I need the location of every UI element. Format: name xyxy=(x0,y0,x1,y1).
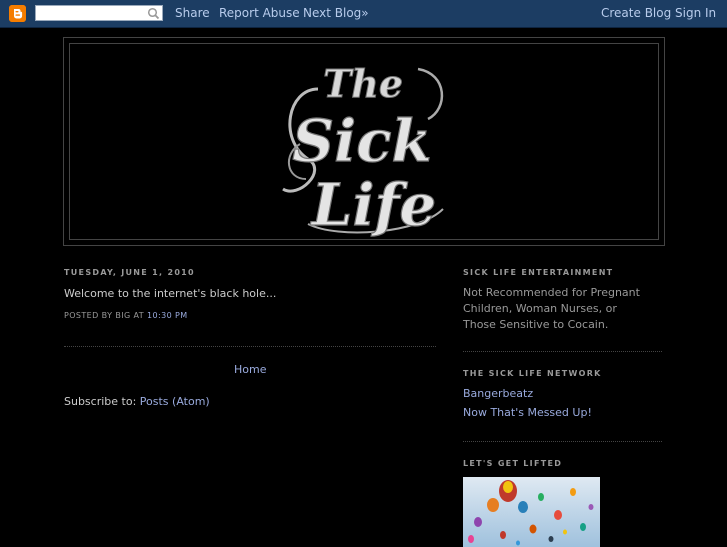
post-date-header: TUESDAY, JUNE 1, 2010 xyxy=(64,268,195,277)
report-abuse-link[interactable]: Report Abuse xyxy=(219,6,300,20)
logo-word-sick: Sick xyxy=(292,107,431,175)
create-blog-link[interactable]: Create Blog xyxy=(601,6,671,20)
sign-in-link[interactable]: Sign In xyxy=(675,6,716,20)
blogger-logo-icon[interactable] xyxy=(9,5,26,22)
main-divider xyxy=(64,346,436,347)
post-footer: POSTED BY BIG AT 10:30 PM xyxy=(64,311,188,320)
share-link[interactable]: Share xyxy=(175,6,210,20)
sidebar-heading-lifted: LET'S GET LIFTED xyxy=(463,459,563,468)
sidebar-divider xyxy=(463,441,662,442)
blog-header: The Sick Life xyxy=(63,37,665,246)
posts-atom-link[interactable]: Posts (Atom) xyxy=(140,395,210,408)
sidebar-heading-entertainment: SICK LIFE ENTERTAINMENT xyxy=(463,268,614,277)
header-inner-frame: The Sick Life xyxy=(69,43,659,240)
post-timestamp-link[interactable]: 10:30 PM xyxy=(147,311,188,320)
post-author: POSTED BY BIG AT xyxy=(64,311,145,320)
search-icon[interactable] xyxy=(147,7,160,20)
hot-air-balloons-image[interactable] xyxy=(463,477,600,547)
subscribe-line: Subscribe to: Posts (Atom) xyxy=(64,395,210,408)
sidebar-description: Not Recommended for Pregnant Children, W… xyxy=(463,286,640,331)
sidebar-heading-network: THE SICK LIFE NETWORK xyxy=(463,369,602,378)
blog-search-input[interactable] xyxy=(35,5,163,21)
blogger-navbar: Share Report Abuse Next Blog» Create Blo… xyxy=(0,0,727,28)
sidebar-divider xyxy=(463,351,662,352)
sidebar-link-messed-up[interactable]: Now That's Messed Up! xyxy=(463,406,592,419)
sick-life-logo[interactable]: The Sick Life xyxy=(278,49,453,238)
subscribe-label: Subscribe to: xyxy=(64,395,137,408)
logo-word-life: Life xyxy=(310,171,437,238)
post-body: Welcome to the internet's black hole... xyxy=(64,287,277,300)
home-link[interactable]: Home xyxy=(234,363,266,376)
logo-word-the: The xyxy=(323,61,403,106)
next-blog-link[interactable]: Next Blog» xyxy=(303,6,369,20)
sidebar-link-bangerbeatz[interactable]: Bangerbeatz xyxy=(463,387,533,400)
